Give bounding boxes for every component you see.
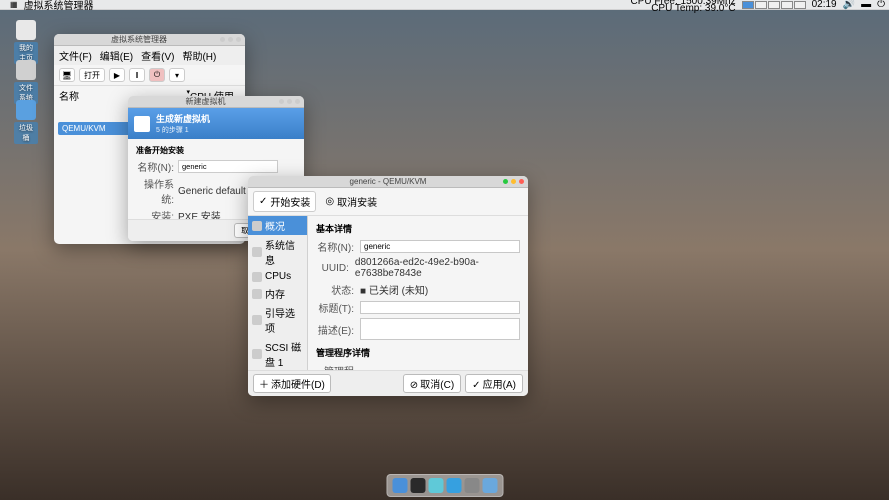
titlebar[interactable]: generic - QEMU/KVM bbox=[248, 176, 528, 188]
desktop-item-icon bbox=[16, 20, 36, 40]
begin-install-button[interactable]: ✓开始安装 bbox=[253, 191, 316, 212]
sidebar-item-icon bbox=[252, 247, 262, 257]
sidebar-item[interactable]: 概况 bbox=[248, 216, 307, 235]
close-button[interactable] bbox=[519, 179, 524, 184]
basic-section-header: 基本详情 bbox=[316, 222, 520, 235]
dropdown-button[interactable]: ▾ bbox=[169, 68, 185, 82]
window-title: 虚拟系统管理器 bbox=[58, 34, 220, 45]
plus-icon: ＋ bbox=[259, 376, 269, 391]
cancel-button[interactable]: ⊘ 取消(C) bbox=[403, 374, 461, 393]
dock-item[interactable] bbox=[482, 478, 497, 493]
desktop-icon[interactable]: 文件系统 bbox=[14, 60, 38, 104]
toolbar: 🖥 打开 ▶ ‖ ⏻ ▾ bbox=[54, 65, 245, 85]
detail-pane: 基本详情 名称(N): UUID:d801266a-ed2c-49e2-b90a… bbox=[308, 216, 528, 382]
sidebar-item-icon bbox=[252, 289, 262, 299]
wizard-header: 生成新虚拟机 5 的步骤 1 bbox=[128, 108, 304, 139]
vm-details-window: generic - QEMU/KVM ✓开始安装 ◎取消安装 概况系统信息 CPU… bbox=[248, 176, 528, 396]
status-value: ■ 已关闭 (未知) bbox=[360, 282, 428, 297]
open-button[interactable]: 打开 bbox=[79, 68, 105, 82]
cpu-indicator-bars bbox=[742, 1, 806, 9]
sidebar-item-label: 引导选项 bbox=[265, 305, 303, 335]
vm-box-icon bbox=[134, 116, 150, 132]
title-input[interactable] bbox=[360, 301, 520, 314]
dock-item[interactable] bbox=[464, 478, 479, 493]
add-hardware-button[interactable]: ＋添加硬件(D) bbox=[253, 374, 331, 393]
sidebar-item-label: 内存 bbox=[265, 286, 285, 301]
battery-icon[interactable]: ▬ bbox=[861, 0, 871, 10]
desktop-icon[interactable]: 垃圾桶 bbox=[14, 100, 38, 144]
power-icon[interactable]: ⏻ bbox=[877, 0, 885, 10]
vm-name-input[interactable] bbox=[178, 160, 278, 173]
clock: 02:19 bbox=[812, 0, 837, 10]
vm-logo-icon: ▦ bbox=[10, 0, 18, 9]
description-textarea[interactable] bbox=[360, 318, 520, 340]
ready-section-label: 准备开始安装 bbox=[136, 145, 296, 156]
sidebar-item-label: 系统信息 bbox=[265, 237, 303, 267]
os-value: Generic default bbox=[178, 186, 246, 197]
cpu-info: CPU Free: 1500.39Mhz CPU Temp: 39.0°C bbox=[631, 0, 736, 12]
stop-icon: ◎ bbox=[325, 196, 334, 207]
sidebar-item[interactable]: CPUs bbox=[248, 269, 307, 284]
cancel-install-button[interactable]: ◎取消安装 bbox=[320, 192, 382, 211]
dock bbox=[386, 474, 503, 497]
mgr-section-header: 管理程序详情 bbox=[316, 346, 520, 359]
menu-item[interactable]: 查看(V) bbox=[141, 48, 174, 63]
menu-row: 文件(F) 编辑(E) 查看(V) 帮助(H) bbox=[54, 46, 245, 65]
hardware-sidebar: 概况系统信息CPUs内存引导选项SCSI 磁盘 1NIC :e1:cc:1b控制… bbox=[248, 216, 308, 382]
desktop-icon[interactable]: 我的主页 bbox=[14, 20, 38, 64]
minimize-button[interactable] bbox=[503, 179, 508, 184]
check-icon: ✓ bbox=[259, 196, 267, 207]
new-vm-button[interactable]: 🖥 bbox=[59, 68, 75, 82]
menu-item[interactable]: 文件(F) bbox=[59, 48, 92, 63]
sidebar-item-icon bbox=[252, 272, 262, 282]
menu-item[interactable]: 编辑(E) bbox=[100, 48, 133, 63]
titlebar[interactable]: 虚拟系统管理器 bbox=[54, 34, 245, 46]
sidebar-item-label: CPUs bbox=[265, 271, 291, 282]
desktop-item-label: 垃圾桶 bbox=[14, 122, 38, 144]
dock-item[interactable] bbox=[392, 478, 407, 493]
sidebar-item[interactable]: 引导选项 bbox=[248, 303, 307, 337]
dock-item[interactable] bbox=[428, 478, 443, 493]
titlebar[interactable]: 新建虚拟机 bbox=[128, 96, 304, 108]
uuid-value: d801266a-ed2c-49e2-b90a-e7638be7843e bbox=[355, 257, 520, 279]
action-row: ✓开始安装 ◎取消安装 bbox=[248, 188, 528, 216]
sidebar-item-icon bbox=[252, 349, 262, 359]
window-title: generic - QEMU/KVM bbox=[252, 177, 524, 186]
menubar: ▦ 虚拟系统管理器 CPU Free: 1500.39Mhz CPU Temp:… bbox=[0, 0, 889, 10]
name-input[interactable] bbox=[360, 240, 520, 253]
maximize-button[interactable] bbox=[511, 179, 516, 184]
desktop-item-icon bbox=[16, 100, 36, 120]
sidebar-item[interactable]: 内存 bbox=[248, 284, 307, 303]
sidebar-item-label: SCSI 磁盘 1 bbox=[265, 339, 303, 369]
dock-item[interactable] bbox=[446, 478, 461, 493]
app-title[interactable]: 虚拟系统管理器 bbox=[24, 0, 94, 12]
sidebar-item-icon bbox=[252, 221, 262, 231]
sidebar-item[interactable]: SCSI 磁盘 1 bbox=[248, 337, 307, 371]
window-title: 新建虚拟机 bbox=[132, 96, 279, 107]
sidebar-item-icon bbox=[252, 315, 262, 325]
menu-item[interactable]: 帮助(H) bbox=[182, 48, 216, 63]
cancel-icon: ⊘ bbox=[410, 380, 418, 391]
volume-icon[interactable]: 🔊 bbox=[843, 0, 855, 10]
check-icon: ✓ bbox=[472, 380, 480, 391]
play-button[interactable]: ▶ bbox=[109, 68, 125, 82]
apply-button[interactable]: ✓ 应用(A) bbox=[465, 374, 523, 393]
sidebar-item[interactable]: 系统信息 bbox=[248, 235, 307, 269]
pause-button[interactable]: ‖ bbox=[129, 68, 145, 82]
dock-item[interactable] bbox=[410, 478, 425, 493]
desktop-item-icon bbox=[16, 60, 36, 80]
sidebar-item-label: 概况 bbox=[265, 218, 285, 233]
shutdown-button[interactable]: ⏻ bbox=[149, 68, 165, 82]
